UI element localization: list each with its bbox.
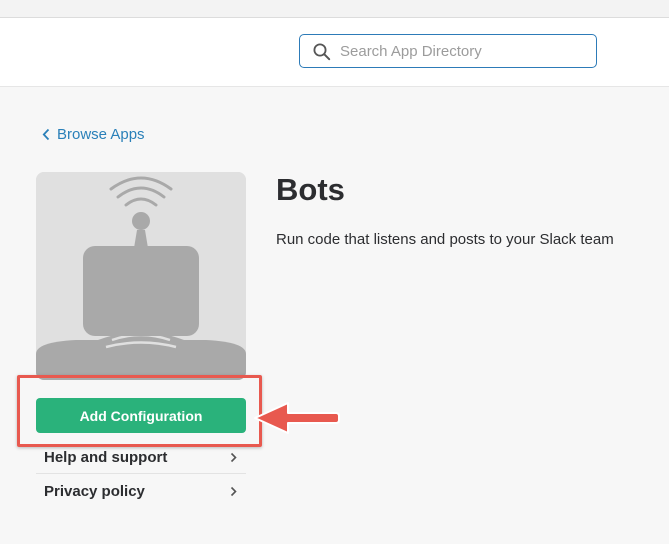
help-and-support-link[interactable]: Help and support — [36, 442, 246, 474]
search-icon — [313, 43, 331, 61]
bot-robot-icon — [36, 172, 246, 380]
browse-apps-label: Browse Apps — [57, 125, 145, 143]
app-title: Bots — [276, 172, 345, 207]
chevron-right-icon — [230, 452, 237, 463]
app-directory-header — [0, 18, 669, 87]
search-box[interactable] — [299, 34, 597, 68]
app-icon-tile — [36, 172, 246, 380]
browse-apps-link[interactable]: Browse Apps — [42, 124, 145, 144]
privacy-policy-label: Privacy policy — [44, 482, 145, 500]
privacy-policy-link[interactable]: Privacy policy — [36, 475, 246, 507]
app-description: Run code that listens and posts to your … — [276, 231, 614, 248]
chevron-right-icon — [230, 486, 237, 496]
add-configuration-button[interactable]: Add Configuration — [36, 398, 246, 433]
browser-top-strip — [0, 0, 669, 18]
arrow-left-icon — [254, 402, 340, 434]
chevron-left-icon — [42, 128, 50, 140]
help-and-support-label: Help and support — [44, 449, 168, 466]
search-input[interactable] — [340, 35, 590, 67]
